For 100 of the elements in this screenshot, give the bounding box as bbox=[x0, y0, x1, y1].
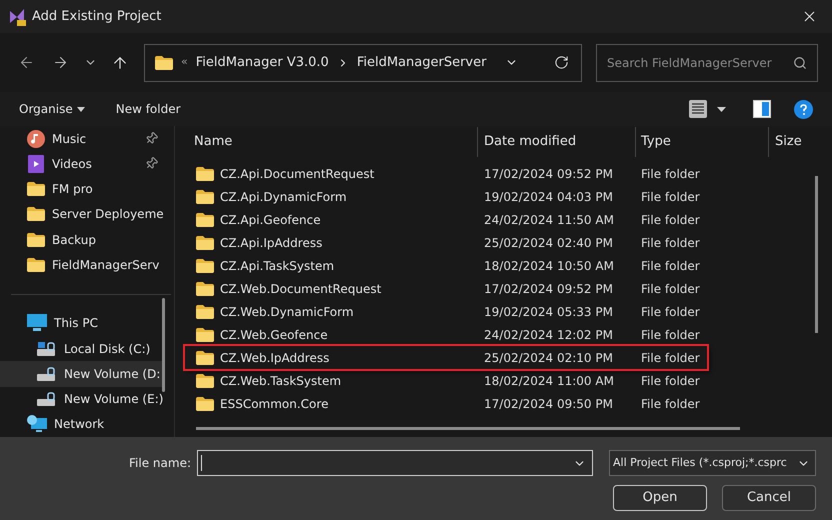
sidebar-item[interactable]: New Volume (E:) bbox=[0, 386, 164, 412]
sidebar-item[interactable]: Network bbox=[0, 412, 164, 438]
folder-icon bbox=[27, 232, 45, 247]
sidebar-item[interactable]: This PC bbox=[0, 310, 164, 336]
network-icon bbox=[27, 415, 47, 434]
search-field[interactable]: Search FieldManagerServer bbox=[596, 44, 818, 82]
help-icon[interactable] bbox=[794, 100, 813, 118]
breadcrumb-segment[interactable]: FieldManager V3.0.0 bbox=[196, 52, 329, 72]
folder-icon bbox=[196, 258, 214, 272]
date-cell-text: 25/02/2024 02:10 PM bbox=[483, 350, 614, 366]
file-name: CZ.Api.TaskSystem bbox=[220, 258, 334, 274]
sidebar-item[interactable]: New Volume (D: bbox=[0, 361, 164, 386]
sidebar-item[interactable]: Local Disk (C:) bbox=[0, 336, 164, 362]
address-bar[interactable]: « FieldManager V3.0.0 FieldManagerServer bbox=[144, 44, 582, 82]
type-cell-text: File folder bbox=[640, 326, 700, 344]
folder-icon bbox=[196, 212, 214, 226]
sidebar-label: Server Deployeme bbox=[52, 206, 164, 224]
folder-icon bbox=[27, 258, 45, 272]
date-cell-text: 19/02/2024 05:33 PM bbox=[483, 304, 614, 320]
sidebar-item[interactable]: Music bbox=[0, 126, 164, 152]
file-name: CZ.Web.DynamicForm bbox=[220, 304, 354, 320]
sidebar-item[interactable]: Videos bbox=[0, 151, 164, 177]
file-row[interactable]: CZ.Web.DynamicForm 19/02/2024 05:33 PM File folder bbox=[194, 300, 716, 323]
file-name: CZ.Web.TaskSystem bbox=[220, 372, 342, 390]
vertical-scrollbar-thumb[interactable] bbox=[815, 176, 818, 333]
open-button[interactable]: Open bbox=[613, 485, 707, 511]
scrollbar-thumb[interactable] bbox=[162, 298, 165, 392]
date-cell-text: 24/02/2024 12:02 PM bbox=[483, 326, 614, 344]
file-name: CZ.Api.DocumentRequest bbox=[220, 166, 374, 182]
sidebar-label: Videos bbox=[52, 156, 93, 173]
type-cell-text: File folder bbox=[640, 372, 700, 390]
dropdown-caret-icon[interactable] bbox=[717, 106, 726, 112]
folder-icon bbox=[196, 396, 214, 410]
folder-icon bbox=[196, 236, 214, 250]
file-row[interactable]: CZ.Api.IpAddress 25/02/2024 02:40 PM File folder bbox=[194, 231, 716, 254]
date-cell-text: 19/02/2024 04:03 PM bbox=[483, 188, 614, 206]
type-cell-text: File folder bbox=[640, 396, 700, 412]
cancel-button[interactable]: Cancel bbox=[722, 485, 816, 511]
new-folder-button[interactable]: New folder bbox=[116, 100, 181, 118]
folder-icon bbox=[196, 328, 214, 342]
caret-icon bbox=[76, 106, 85, 112]
column-header[interactable]: Size bbox=[768, 127, 832, 157]
preview-pane-icon[interactable] bbox=[753, 100, 771, 118]
file-row[interactable]: CZ.Api.Geofence 24/02/2024 11:50 AM File folder bbox=[194, 208, 716, 231]
file-name: CZ.Web.IpAddress bbox=[220, 350, 330, 366]
file-row[interactable]: CZ.Web.IpAddress 25/02/2024 02:10 PM File folder bbox=[185, 346, 707, 369]
file-name: CZ.Api.DynamicForm bbox=[220, 188, 347, 206]
folder-icon bbox=[27, 182, 45, 196]
organise-menu[interactable]: Organise bbox=[19, 100, 85, 118]
drive-icon bbox=[37, 340, 57, 357]
file-name: ESSCommon.Core bbox=[220, 396, 328, 412]
column-header[interactable]: Type bbox=[635, 127, 768, 157]
file-row[interactable]: CZ.Web.TaskSystem 18/02/2024 11:00 AM File folder bbox=[194, 369, 716, 392]
file-row[interactable]: CZ.Api.DocumentRequest 17/02/2024 09:52 PM File folder bbox=[194, 162, 716, 185]
folder-icon bbox=[155, 56, 173, 70]
sidebar-item[interactable]: Backup bbox=[0, 227, 164, 252]
folder-icon bbox=[196, 190, 214, 204]
date-cell-text: 17/02/2024 09:52 PM bbox=[483, 166, 614, 182]
music-note-icon bbox=[27, 130, 45, 148]
file-name-label: File name: bbox=[129, 455, 191, 472]
type-cell-text: File folder bbox=[640, 304, 700, 320]
sidebar-label: This PC bbox=[54, 315, 99, 332]
file-row[interactable]: CZ.Web.DocumentRequest 17/02/2024 09:52 PM File folder bbox=[194, 277, 716, 300]
app-logo-icon bbox=[8, 8, 26, 26]
file-type-dropdown[interactable]: All Project Files (*.csproj;*.csprc bbox=[609, 450, 816, 476]
file-row[interactable]: CZ.Api.TaskSystem 18/02/2024 10:50 AM File folder bbox=[194, 254, 716, 277]
folder-icon bbox=[196, 374, 214, 388]
film-icon bbox=[27, 154, 45, 173]
column-header[interactable]: Date modified bbox=[477, 127, 635, 157]
file-row[interactable]: CZ.Api.DynamicForm 19/02/2024 04:03 PM File folder bbox=[194, 185, 716, 208]
folder-icon bbox=[196, 350, 214, 364]
sidebar-item[interactable]: FM pro bbox=[0, 176, 164, 202]
drive-icon bbox=[37, 366, 57, 382]
type-cell-text: File folder bbox=[640, 350, 700, 366]
date-cell-text: 18/02/2024 11:00 AM bbox=[483, 372, 615, 390]
type-cell-text: File folder bbox=[640, 212, 700, 228]
file-type-value: All Project Files (*.csproj;*.csprc bbox=[613, 454, 788, 471]
file-row[interactable]: ESSCommon.Core 17/02/2024 09:50 PM File folder bbox=[194, 392, 716, 415]
search-input[interactable]: Search FieldManagerServer bbox=[607, 54, 793, 72]
file-row[interactable]: CZ.Web.Geofence 24/02/2024 12:02 PM File folder bbox=[194, 323, 716, 346]
sidebar-label: FieldManagerServ bbox=[52, 257, 160, 274]
sidebar-item[interactable]: Server Deployeme bbox=[0, 202, 164, 228]
breadcrumb-segment[interactable]: FieldManagerServer bbox=[356, 52, 486, 72]
folder-icon bbox=[27, 207, 45, 222]
horizontal-scrollbar-thumb[interactable] bbox=[196, 427, 740, 430]
sidebar-label: Music bbox=[52, 130, 88, 148]
sidebar-label: Backup bbox=[52, 232, 97, 249]
date-cell-text: 24/02/2024 11:50 AM bbox=[483, 212, 615, 228]
monitor-icon bbox=[27, 314, 47, 332]
sidebar-item[interactable]: FieldManagerServ bbox=[0, 252, 164, 278]
date-cell-text: 25/02/2024 02:40 PM bbox=[483, 234, 614, 252]
type-cell-text: File folder bbox=[640, 234, 700, 252]
type-cell-text: File folder bbox=[640, 166, 700, 182]
view-list-icon[interactable] bbox=[689, 100, 707, 118]
file-name: CZ.Api.Geofence bbox=[220, 212, 321, 228]
date-cell-text: 18/02/2024 10:50 AM bbox=[483, 258, 615, 274]
file-name-field[interactable] bbox=[197, 450, 593, 476]
column-header[interactable]: Name bbox=[194, 127, 477, 157]
window-title: Add Existing Project bbox=[32, 8, 162, 26]
sidebar-label: FM pro bbox=[52, 181, 94, 198]
